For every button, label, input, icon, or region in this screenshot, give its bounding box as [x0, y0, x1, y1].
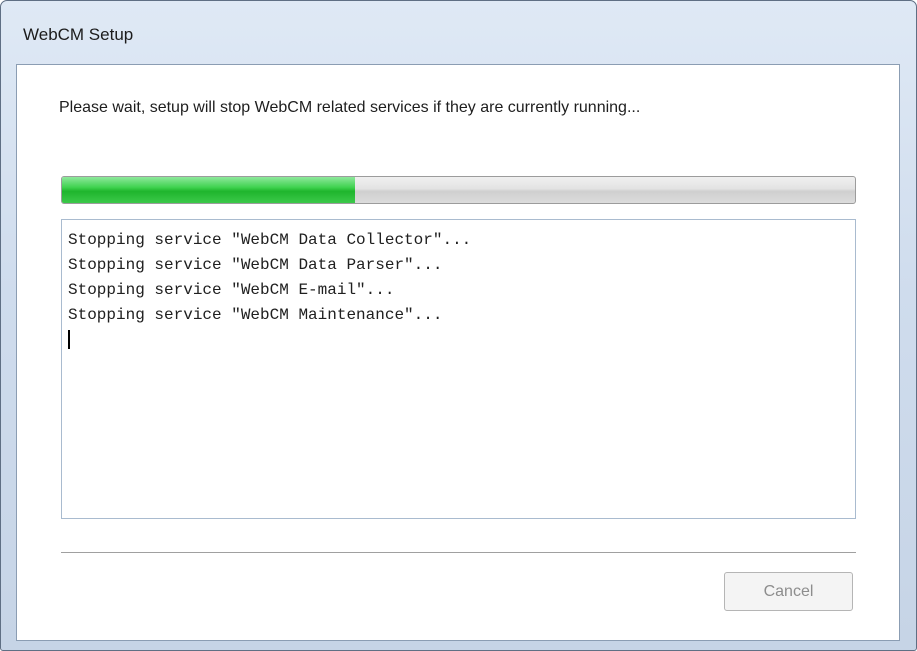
progress-fill — [62, 177, 356, 203]
title-bar[interactable]: WebCM Setup — [1, 1, 916, 63]
log-line: Stopping service "WebCM Data Collector".… — [68, 231, 472, 249]
log-line: Stopping service "WebCM E-mail"... — [68, 281, 395, 299]
setup-window: WebCM Setup Please wait, setup will stop… — [0, 0, 917, 651]
cancel-button[interactable]: Cancel — [724, 572, 853, 611]
window-title: WebCM Setup — [23, 25, 134, 44]
log-output[interactable]: Stopping service "WebCM Data Collector".… — [61, 219, 856, 519]
log-line: Stopping service "WebCM Data Parser"... — [68, 256, 443, 274]
separator — [61, 552, 856, 554]
status-message: Please wait, setup will stop WebCM relat… — [59, 99, 641, 116]
text-caret — [68, 330, 70, 349]
progress-bar — [61, 176, 856, 204]
log-line: Stopping service "WebCM Maintenance"... — [68, 306, 443, 324]
dialog-content: Please wait, setup will stop WebCM relat… — [16, 64, 900, 641]
